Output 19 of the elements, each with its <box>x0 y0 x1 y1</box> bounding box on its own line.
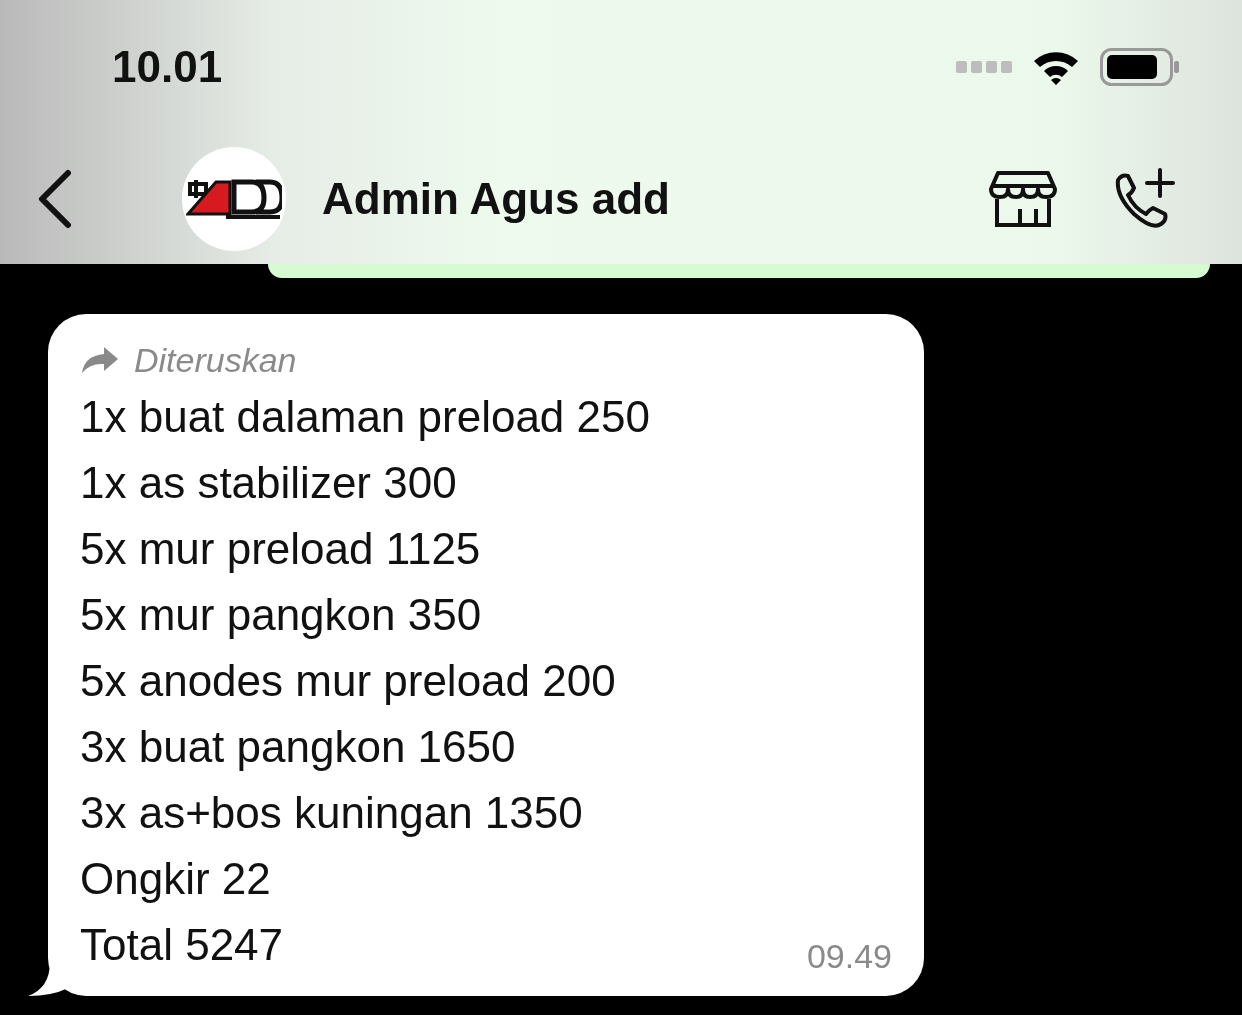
contact-name: Admin Agus add <box>322 174 671 224</box>
logo-icon <box>186 178 282 220</box>
message-time: 09.49 <box>806 937 892 976</box>
status-time: 10.01 <box>112 42 223 92</box>
message-line: 3x as+bos kuningan 1350 <box>80 788 583 837</box>
message-line: 5x anodes mur preload 200 <box>80 656 616 705</box>
message-line: 5x mur preload 1125 <box>80 524 481 573</box>
wifi-icon <box>1032 49 1080 85</box>
forward-icon <box>80 345 120 375</box>
message-line: Total 5247 <box>80 920 284 969</box>
battery-icon <box>1100 48 1180 86</box>
message-line: 3x buat pangkon 1650 <box>80 722 516 771</box>
forwarded-label: Diteruskan <box>134 340 297 380</box>
message-line: 1x as stabilizer 300 <box>80 458 457 507</box>
message-line: 5x mur pangkon 350 <box>80 590 482 639</box>
message-line: Ongkir 22 <box>80 854 271 903</box>
message-line: 1x buat dalaman preload 250 <box>80 392 650 441</box>
signal-icon <box>956 61 1012 73</box>
store-button[interactable] <box>988 169 1058 229</box>
